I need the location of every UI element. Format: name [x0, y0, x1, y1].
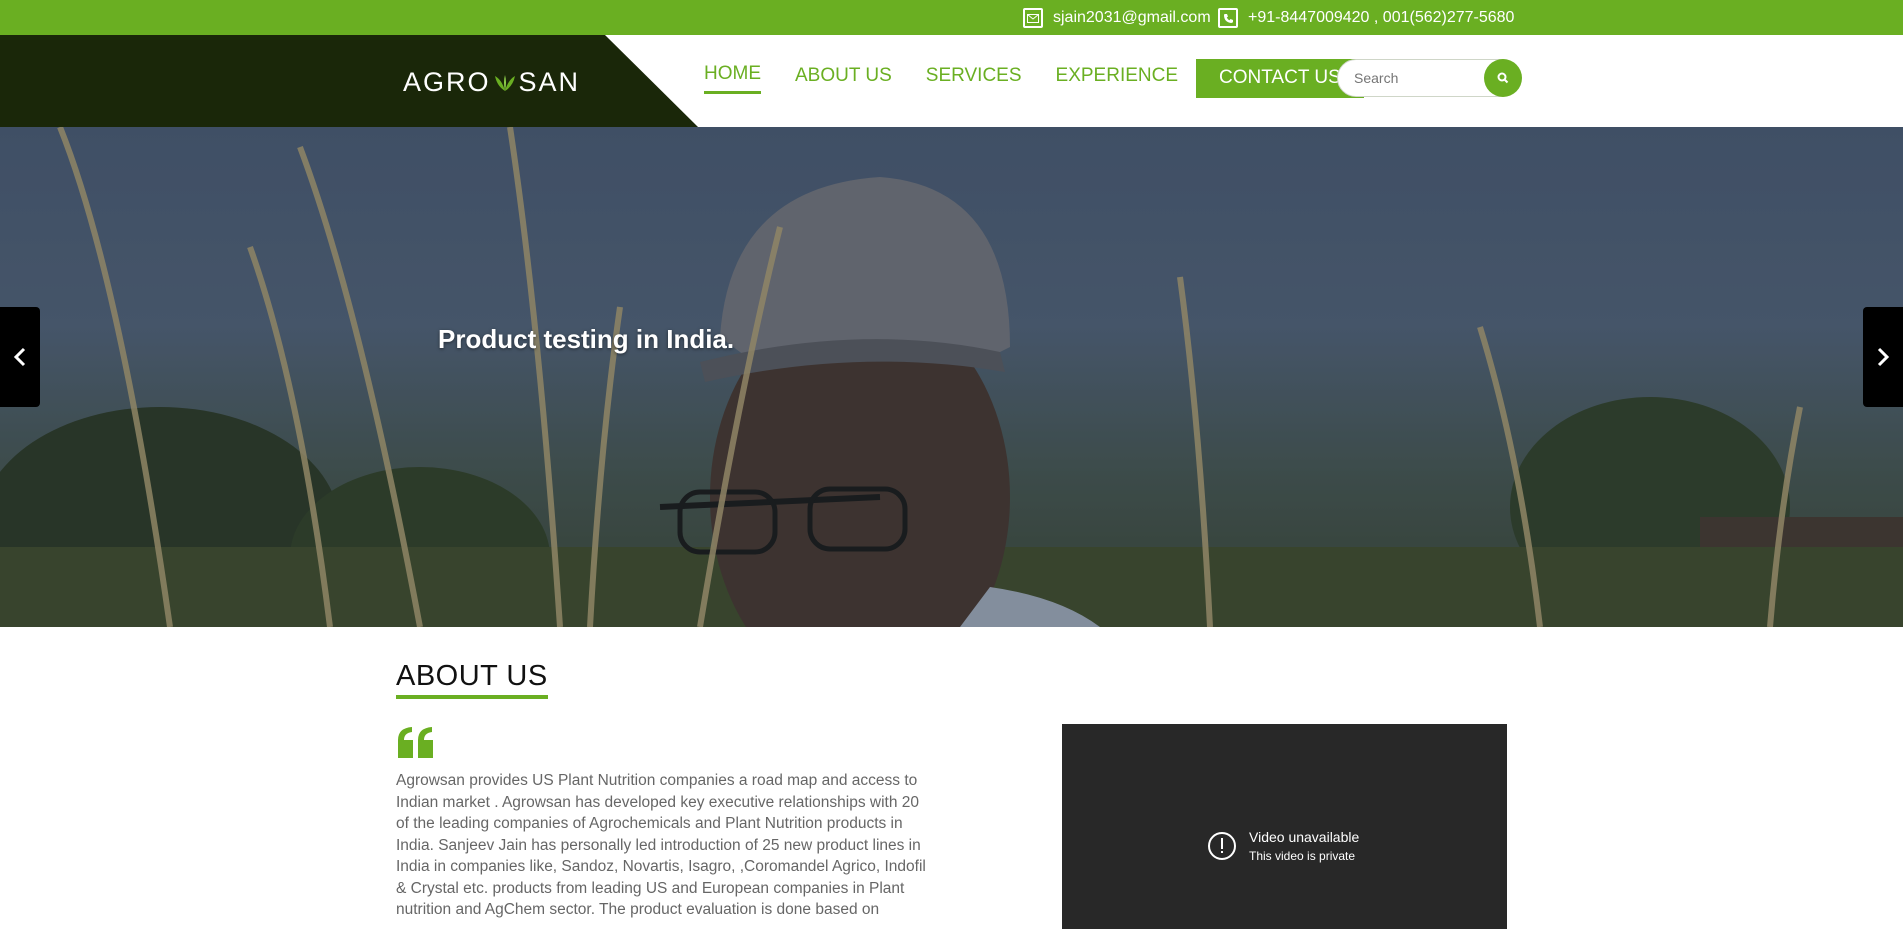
nav-about-us[interactable]: ABOUT US — [795, 65, 892, 93]
logo-text-right: SAN — [518, 67, 581, 97]
quote-icon — [398, 727, 433, 758]
search-icon — [1497, 72, 1509, 84]
phone-contact[interactable]: +91-8447009420 , 001(562)277-5680 — [1218, 8, 1514, 28]
hero-caption: Product testing in India. — [438, 324, 735, 354]
about-us-text: Agrowsan provides US Plant Nutrition com… — [396, 772, 926, 918]
video-player[interactable]: Video unavailable This video is private — [1062, 724, 1507, 929]
nav-services[interactable]: SERVICES — [926, 65, 1022, 93]
logo-text-left: AGRO — [403, 67, 491, 97]
search-box — [1337, 59, 1522, 97]
envelope-icon — [1023, 8, 1043, 28]
logo-panel — [0, 35, 698, 127]
email-contact[interactable]: sjain2031@gmail.com — [1023, 8, 1211, 28]
chevron-right-icon — [1877, 347, 1890, 367]
top-contact-bar: sjain2031@gmail.com +91-8447009420 , 001… — [0, 0, 1903, 35]
search-button[interactable] — [1484, 59, 1522, 97]
main-nav: HOME ABOUT US SERVICES EXPERIENCE CONTAC… — [704, 59, 1364, 98]
site-header: AGRO SAN HOME ABOUT US SERVICES EXPERIEN… — [0, 35, 1903, 127]
hero-image — [0, 127, 1903, 627]
leaf-icon — [494, 74, 515, 91]
agrowsan-logo[interactable]: AGRO SAN — [403, 67, 580, 98]
slider-prev-button[interactable] — [0, 307, 40, 407]
phone-text[interactable]: +91-8447009420 , 001(562)277-5680 — [1248, 9, 1514, 27]
hero-slider: Product testing in India. — [0, 127, 1903, 627]
video-unavailable-title: Video unavailable — [1249, 829, 1360, 845]
video-error-message: Video unavailable This video is private — [1207, 829, 1359, 863]
nav-experience[interactable]: EXPERIENCE — [1056, 65, 1178, 93]
about-us-heading: ABOUT US — [396, 660, 548, 699]
chevron-left-icon — [13, 347, 26, 367]
search-input[interactable] — [1352, 69, 1472, 87]
nav-home[interactable]: HOME — [704, 63, 761, 94]
video-unavailable-subtitle: This video is private — [1249, 849, 1356, 863]
slider-next-button[interactable] — [1863, 307, 1903, 407]
alert-icon — [1208, 832, 1236, 860]
email-text[interactable]: sjain2031@gmail.com — [1053, 9, 1211, 27]
phone-icon — [1218, 8, 1238, 28]
